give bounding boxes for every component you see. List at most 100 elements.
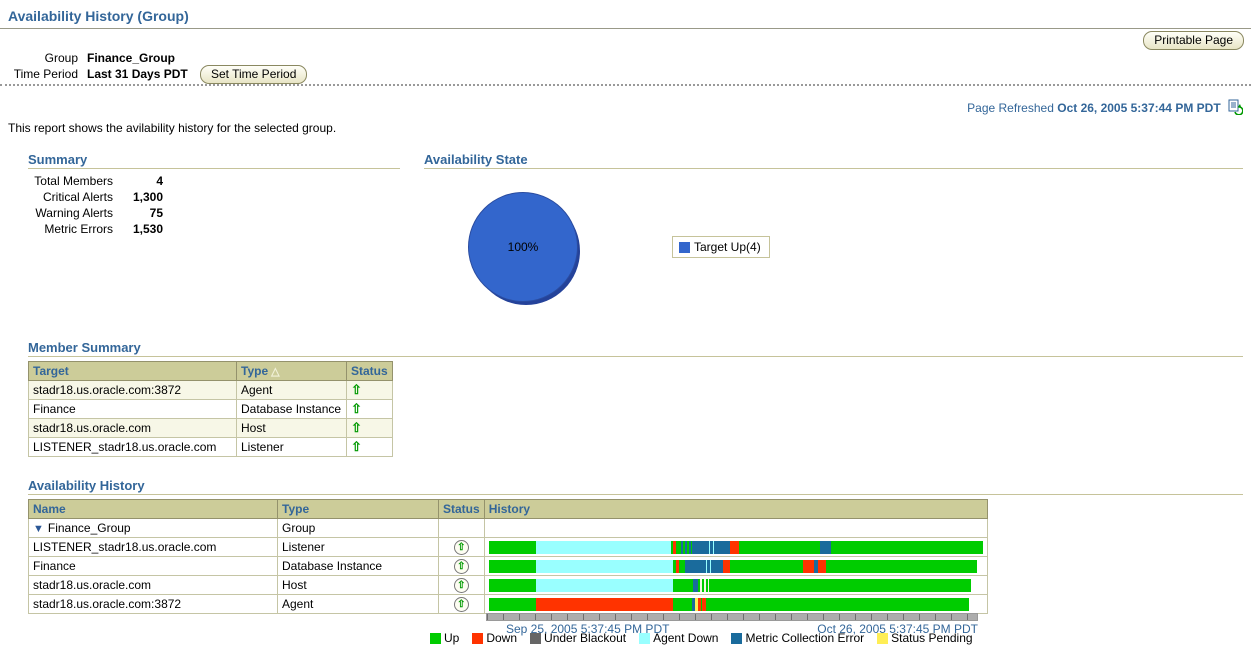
legend-item-up: Up bbox=[430, 631, 459, 645]
column-header-type[interactable]: Type△ bbox=[237, 362, 347, 381]
bar-segment-down bbox=[723, 560, 730, 573]
status-up-icon[interactable]: ⇧ bbox=[351, 382, 362, 397]
column-header-type[interactable]: Type bbox=[278, 500, 439, 519]
target-up-swatch bbox=[679, 242, 690, 253]
status-cell: ⇧ bbox=[439, 538, 485, 557]
legend-item-down: Down bbox=[472, 631, 517, 645]
bar-segment-up bbox=[673, 579, 693, 592]
legend-swatch-blackout bbox=[530, 633, 541, 644]
bar-segment-down bbox=[730, 541, 739, 554]
bar-segment-down bbox=[818, 560, 826, 573]
time-period-value: Last 31 Days PDT bbox=[87, 67, 188, 81]
bar-segment-down bbox=[536, 598, 673, 611]
bar-segment-up bbox=[831, 541, 983, 554]
bar-segment-up bbox=[730, 560, 803, 573]
target-cell: stadr18.us.oracle.com:3872 bbox=[29, 381, 237, 400]
summary-row-label: Warning Alerts bbox=[8, 206, 113, 220]
summary-row-value: 1,300 bbox=[115, 190, 163, 204]
printable-page-button[interactable]: Printable Page bbox=[1143, 31, 1244, 50]
status-up-icon[interactable]: ⇧ bbox=[351, 420, 362, 435]
table-row: stadr18.us.oracle.com:3872Agent⇧ bbox=[29, 381, 393, 400]
type-cell: Database Instance bbox=[237, 400, 347, 419]
legend-swatch-up bbox=[430, 633, 441, 644]
status-cell: ⇧ bbox=[347, 381, 393, 400]
availability-history-page: Availability History (Group) Printable P… bbox=[0, 0, 1251, 652]
status-up-icon[interactable]: ⇧ bbox=[351, 439, 362, 454]
legend-swatch-pending bbox=[877, 633, 888, 644]
history-bar bbox=[489, 579, 971, 592]
pie-legend: Target Up(4) bbox=[672, 236, 770, 258]
legend-label: Down bbox=[486, 631, 517, 645]
legend-swatch-down bbox=[472, 633, 483, 644]
summary-row: Total Members4 bbox=[8, 174, 168, 190]
summary-row: Critical Alerts1,300 bbox=[8, 190, 168, 206]
legend-label: Agent Down bbox=[653, 631, 718, 645]
bar-segment-up bbox=[673, 598, 692, 611]
pie-percent-label: 100% bbox=[469, 240, 577, 254]
bar-segment-up bbox=[489, 598, 536, 611]
summary-row-label: Critical Alerts bbox=[8, 190, 113, 204]
status-up-icon[interactable]: ⇧ bbox=[454, 540, 469, 555]
status-cell bbox=[439, 519, 485, 538]
bar-segment-metric_error bbox=[713, 560, 723, 573]
group-row: ▼Finance_GroupGroup bbox=[29, 519, 988, 538]
type-cell: Group bbox=[278, 519, 439, 538]
legend-item-pending: Status Pending bbox=[877, 631, 972, 645]
page-refreshed: Page Refreshed Oct 26, 2005 5:37:44 PM P… bbox=[967, 99, 1243, 118]
bar-segment-up bbox=[489, 579, 536, 592]
type-cell: Listener bbox=[278, 538, 439, 557]
time-period-label: Time Period bbox=[0, 67, 78, 81]
history-bar bbox=[489, 560, 977, 573]
name-cell: stadr18.us.oracle.com:3872 bbox=[29, 595, 278, 614]
availability-state-rule bbox=[424, 168, 1243, 169]
summary-row: Warning Alerts75 bbox=[8, 206, 168, 222]
member-row: LISTENER_stadr18.us.oracle.comListener ⇧ bbox=[29, 538, 988, 557]
name-cell: LISTENER_stadr18.us.oracle.com bbox=[29, 538, 278, 557]
status-cell: ⇧ bbox=[439, 557, 485, 576]
table-row: stadr18.us.oracle.comHost⇧ bbox=[29, 419, 393, 438]
history-bar bbox=[489, 598, 969, 611]
bar-segment-metric_error bbox=[820, 541, 831, 554]
legend-swatch-metric_error bbox=[731, 633, 742, 644]
title-divider bbox=[0, 28, 1251, 29]
bar-segment-up bbox=[489, 541, 536, 554]
report-description: This report shows the avilability histor… bbox=[8, 121, 336, 135]
availability-state-heading: Availability State bbox=[424, 152, 528, 167]
type-cell: Database Instance bbox=[278, 557, 439, 576]
name-cell: ▼Finance_Group bbox=[29, 519, 278, 538]
summary-rule bbox=[28, 168, 400, 169]
history-legend: UpDownUnder BlackoutAgent DownMetric Col… bbox=[430, 631, 973, 645]
column-header-status[interactable]: Status bbox=[439, 500, 485, 519]
expand-collapse-icon[interactable]: ▼ bbox=[33, 523, 44, 535]
column-header-status[interactable]: Status bbox=[347, 362, 393, 381]
summary-row: Metric Errors1,530 bbox=[8, 222, 168, 238]
column-header-history[interactable]: History bbox=[484, 500, 987, 519]
bar-segment-up bbox=[489, 560, 536, 573]
member-row: stadr18.us.oracle.comHost⇧ bbox=[29, 576, 988, 595]
summary-row-value: 4 bbox=[115, 174, 163, 188]
refresh-icon[interactable] bbox=[1228, 99, 1243, 118]
bar-segment-mix_bc bbox=[706, 541, 716, 554]
availability-history-rule bbox=[28, 494, 1243, 495]
summary-row-label: Total Members bbox=[8, 174, 113, 188]
column-header-target[interactable]: Target bbox=[29, 362, 237, 381]
status-up-icon[interactable]: ⇧ bbox=[351, 401, 362, 416]
status-up-icon[interactable]: ⇧ bbox=[454, 559, 469, 574]
status-up-icon[interactable]: ⇧ bbox=[454, 597, 469, 612]
status-up-icon[interactable]: ⇧ bbox=[454, 578, 469, 593]
target-cell: stadr18.us.oracle.com bbox=[29, 419, 237, 438]
target-up-label: Target Up(4) bbox=[694, 240, 761, 254]
page-refreshed-label: Page Refreshed bbox=[967, 101, 1054, 115]
name-cell: Finance bbox=[29, 557, 278, 576]
type-cell: Agent bbox=[278, 595, 439, 614]
page-title: Availability History (Group) bbox=[8, 8, 189, 24]
summary-row-value: 1,530 bbox=[115, 222, 163, 236]
column-header-name[interactable]: Name bbox=[29, 500, 278, 519]
group-value: Finance_Group bbox=[87, 51, 175, 65]
type-cell: Listener bbox=[237, 438, 347, 457]
member-summary-rule bbox=[28, 356, 1243, 357]
bar-segment-up bbox=[739, 541, 820, 554]
bar-segment-agent_down bbox=[536, 541, 671, 554]
history-cell bbox=[484, 595, 987, 614]
set-time-period-button[interactable]: Set Time Period bbox=[200, 65, 307, 84]
